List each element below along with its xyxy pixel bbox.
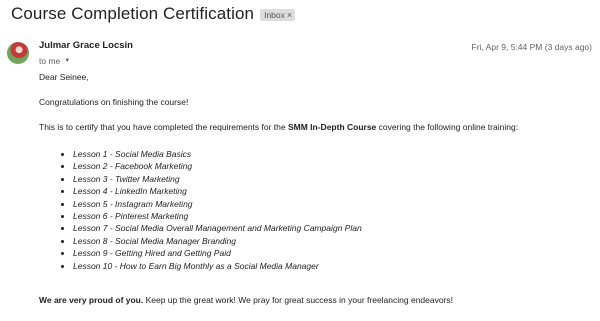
list-item: Lesson 5 - Instagram Marketing (73, 198, 594, 210)
list-item: Lesson 3 - Twitter Marketing (73, 173, 594, 185)
closing-paragraph: We are very proud of you. Keep up the gr… (39, 295, 594, 306)
certify-paragraph: This is to certify that you have complet… (39, 122, 594, 133)
sender-avatar[interactable] (7, 42, 29, 64)
email-date[interactable]: Fri, Apr 9, 5:44 PM (3 days ago) (472, 42, 592, 52)
list-item: Lesson 2 - Facebook Marketing (73, 160, 594, 172)
sender-name[interactable]: Julmar Grace Locsin (39, 40, 133, 51)
certify-post: covering the following online training: (376, 122, 519, 132)
email-body: Dear Seinee, Congratulations on finishin… (39, 72, 594, 306)
list-item: Lesson 1 - Social Media Basics (73, 148, 594, 160)
closing-rest: Keep up the great work! We pray for grea… (143, 294, 454, 305)
list-item: Lesson 6 - Pinterest Marketing (73, 210, 594, 222)
sender-info: Julmar Grace Locsin to me ▼ (39, 40, 133, 66)
congrats-line: Congratulations on finishing the course! (39, 97, 189, 107)
chevron-down-icon[interactable]: ▼ (64, 58, 70, 64)
list-item: Lesson 4 - LinkedIn Marketing (73, 185, 594, 197)
inbox-label-chip[interactable]: Inbox × (260, 9, 296, 21)
recipient-text: to me (39, 56, 61, 66)
certify-pre: This is to certify that you have complet… (39, 122, 288, 132)
lesson-list: Lesson 1 - Social Media Basics Lesson 2 … (39, 148, 594, 272)
closing-bold: We are very proud of you. (39, 294, 144, 305)
list-item: Lesson 9 - Getting Hired and Getting Pai… (73, 247, 594, 259)
list-item: Lesson 7 - Social Media Overall Manageme… (73, 222, 594, 234)
email-subject: Course Completion Certification (11, 4, 255, 23)
list-item: Lesson 10 - How to Earn Big Monthly as a… (73, 260, 594, 272)
inbox-label-text: Inbox (264, 10, 285, 20)
remove-label-icon[interactable]: × (287, 11, 292, 20)
course-name: SMM In-Depth Course (287, 122, 377, 132)
list-item: Lesson 8 - Social Media Manager Branding (73, 235, 594, 247)
greeting: Dear Seinee, (39, 72, 89, 82)
email-header: Course Completion Certification Inbox × (11, 4, 296, 24)
recipient-details[interactable]: to me ▼ (39, 56, 133, 66)
